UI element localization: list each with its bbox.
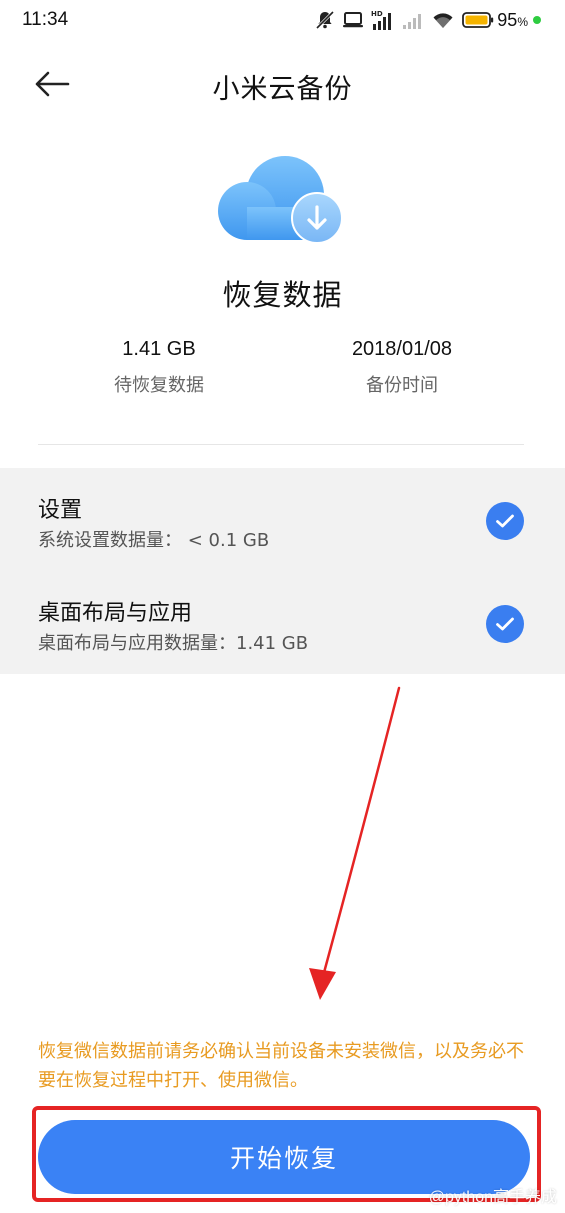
pending-data-stat: 1.41 GB 待恢复数据 (59, 338, 259, 397)
backup-time-stat: 2018/01/08 备份时间 (302, 338, 502, 397)
wifi-icon (431, 10, 455, 30)
battery-percent: 95 (497, 9, 518, 30)
divider (38, 444, 524, 445)
mute-bell-icon (315, 10, 335, 30)
backup-time-value: 2018/01/08 (351, 338, 453, 360)
cloud-download-icon (218, 156, 343, 244)
laptop-icon (342, 11, 364, 29)
option-settings[interactable]: 设置 系统设置数据量： < 0.1 GB (0, 468, 565, 571)
battery-indicator: 95% (462, 10, 541, 31)
option-desktop-apps[interactable]: 桌面布局与应用 桌面布局与应用数据量：1.41 GB (0, 571, 565, 674)
status-icons: HD 95% (315, 8, 541, 32)
checkmark-icon (496, 617, 514, 631)
status-bar: 11:34 HD 95% (0, 0, 565, 40)
annotation-arrow-icon (309, 686, 401, 1000)
option-settings-checkbox[interactable] (486, 502, 524, 540)
wechat-notice: 恢复微信数据前请务必确认当前设备未安装微信，以及务必不要在恢复过程中打开、使用微… (38, 1041, 524, 1091)
restore-data-title: 恢复数据 (222, 278, 343, 312)
backup-time-label: 备份时间 (366, 375, 438, 396)
signal-bars-icon (402, 10, 424, 30)
checkmark-icon (496, 514, 514, 528)
option-desktop-apps-checkbox[interactable] (486, 605, 524, 643)
hd-label: HD (371, 10, 383, 18)
pending-data-value: 1.41 GB (122, 338, 196, 360)
option-desktop-apps-title: 桌面布局与应用 (38, 601, 193, 626)
option-settings-title: 设置 (38, 498, 83, 523)
battery-icon (462, 12, 494, 28)
hd-signal-icon: HD (371, 9, 395, 31)
status-time: 11:34 (22, 9, 69, 30)
privacy-dot-icon (533, 16, 541, 24)
option-desktop-apps-subtitle: 桌面布局与应用数据量：1.41 GB (38, 633, 309, 654)
app-header: 小米云备份 (0, 56, 565, 112)
page-title: 小米云备份 (212, 74, 353, 105)
pending-data-label: 待恢复数据 (114, 375, 204, 396)
option-settings-subtitle: 系统设置数据量： < 0.1 GB (38, 530, 270, 551)
watermark: @python高手养成 (428, 1189, 557, 1206)
battery-unit: % (517, 14, 528, 29)
restore-options: 设置 系统设置数据量： < 0.1 GB 桌面布局与应用 桌面布局与应用数据量：… (0, 468, 565, 674)
